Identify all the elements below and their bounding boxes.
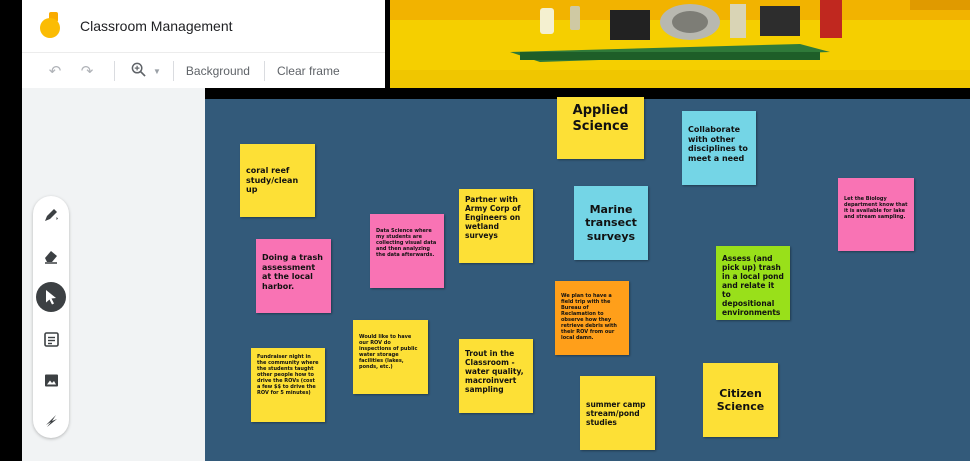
undo-icon[interactable]: ↶ <box>44 62 66 80</box>
redo-icon[interactable]: ↷ <box>76 62 98 80</box>
sticky-note[interactable]: Citizen Science <box>703 363 778 437</box>
sticky-note[interactable]: summer camp stream/pond studies <box>580 376 655 450</box>
title-bar: Classroom Management <box>22 0 385 53</box>
sticky-note[interactable]: We plan to have a field trip with the Bu… <box>555 281 629 355</box>
image-icon[interactable] <box>36 365 66 395</box>
sticky-note[interactable]: Data Science where my students are colle… <box>370 214 444 288</box>
zoom-dropdown-icon[interactable]: ▼ <box>153 67 161 76</box>
laser-icon[interactable] <box>36 405 66 435</box>
sticky-note[interactable]: Fundraiser night in the community where … <box>251 348 325 422</box>
background-button[interactable]: Background <box>186 64 250 78</box>
sticky-note[interactable]: Doing a trash assessment at the local ha… <box>256 239 331 313</box>
sticky-note[interactable]: Marine transect surveys <box>574 186 648 260</box>
zoom-icon[interactable] <box>127 62 149 81</box>
sticky-note[interactable]: Partner with Army Corp of Engineers on w… <box>459 189 533 263</box>
sticky-note[interactable]: Trout in the Classroom - water quality, … <box>459 339 533 413</box>
jamboard-frame[interactable]: Applied Science coral reef study/clean u… <box>205 97 970 461</box>
sticky-note-icon[interactable] <box>36 324 66 354</box>
clear-frame-button[interactable]: Clear frame <box>277 64 340 78</box>
sticky-note[interactable]: Applied Science <box>557 97 644 159</box>
app-header: Classroom Management ↶ ↷ ▼ Background Cl… <box>22 0 385 88</box>
app-title[interactable]: Classroom Management <box>80 18 233 34</box>
sticky-note[interactable]: Assess (and pick up) trash in a local po… <box>716 246 790 320</box>
toolbar-divider <box>263 61 265 81</box>
sticky-note[interactable]: Would like to have our ROV do inspection… <box>353 320 428 394</box>
toolbar: ↶ ↷ ▼ Background Clear frame <box>22 53 385 89</box>
select-pointer-icon[interactable] <box>36 282 66 312</box>
sticky-note[interactable]: Collaborate with other disciplines to me… <box>682 111 756 185</box>
pen-icon[interactable] <box>36 200 66 230</box>
jamboard-logo-icon[interactable] <box>36 10 64 42</box>
sticky-note[interactable]: coral reef study/clean up <box>240 144 315 217</box>
sticky-note[interactable]: Let the Biology department know that it … <box>838 178 914 251</box>
background-photo <box>390 0 970 88</box>
eraser-icon[interactable] <box>36 241 66 271</box>
toolbar-divider <box>172 61 174 81</box>
toolbar-divider <box>114 61 115 81</box>
tool-palette <box>33 196 69 438</box>
